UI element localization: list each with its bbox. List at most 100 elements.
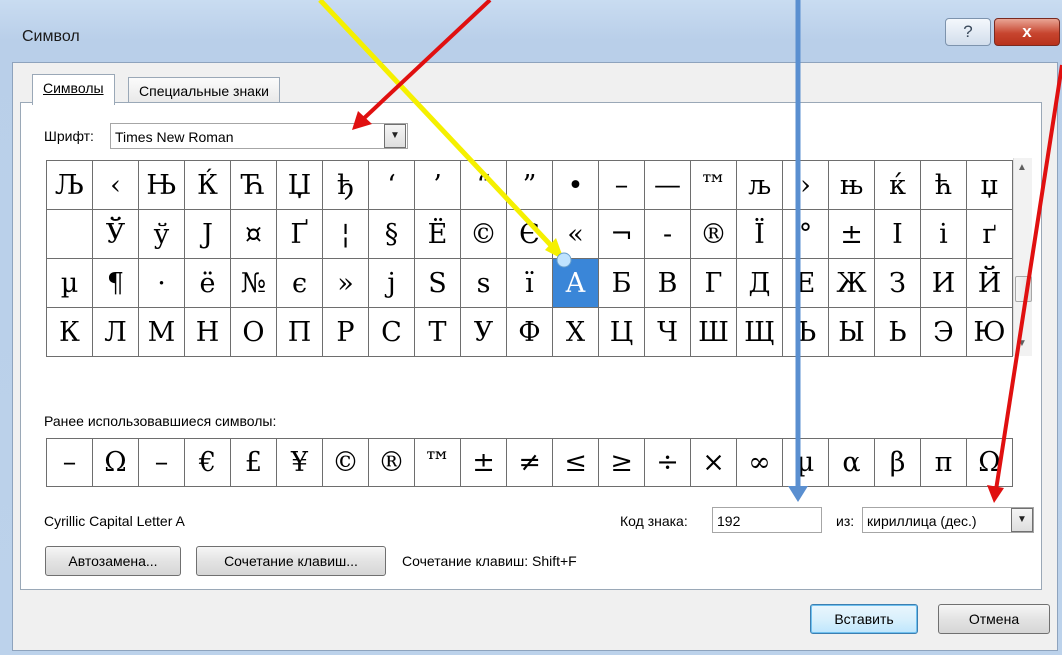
recent-symbol-cell[interactable]: – [139, 439, 185, 487]
close-button[interactable]: x [994, 18, 1060, 46]
symbol-cell[interactable]: Ь [875, 308, 921, 357]
autocorrect-button[interactable]: Автозамена... [45, 546, 181, 576]
symbol-cell[interactable]: Ґ [277, 210, 323, 259]
symbol-cell[interactable]: Р [323, 308, 369, 357]
symbol-cell[interactable]: ‹ [93, 161, 139, 210]
symbol-cell[interactable]: Ш [691, 308, 737, 357]
symbol-cell[interactable]: ѕ [461, 259, 507, 308]
symbol-cell[interactable]: ± [829, 210, 875, 259]
symbol-cell[interactable]: Ъ [783, 308, 829, 357]
symbol-cell[interactable]: – [599, 161, 645, 210]
recent-symbol-cell[interactable]: α [829, 439, 875, 487]
scroll-thumb[interactable] [1015, 276, 1032, 302]
symbol-cell[interactable]: К [47, 308, 93, 357]
symbol-cell[interactable]: Э [921, 308, 967, 357]
symbol-cell[interactable]: Ж [829, 259, 875, 308]
symbol-cell[interactable]: љ [737, 161, 783, 210]
symbol-cell[interactable]: ¤ [231, 210, 277, 259]
scroll-down-icon[interactable]: ▼ [1017, 338, 1027, 349]
recent-symbol-cell[interactable]: ÷ [645, 439, 691, 487]
recent-symbol-cell[interactable]: ≥ [599, 439, 645, 487]
symbol-cell[interactable]: С [369, 308, 415, 357]
recent-symbol-cell[interactable]: ® [369, 439, 415, 487]
symbol-cell[interactable]: И [921, 259, 967, 308]
symbol-cell[interactable]: § [369, 210, 415, 259]
symbol-cell[interactable]: Х [553, 308, 599, 357]
symbol-cell[interactable]: ђ [323, 161, 369, 210]
symbol-cell[interactable]: Ї [737, 210, 783, 259]
symbol-cell[interactable]: ї [507, 259, 553, 308]
insert-button[interactable]: Вставить [810, 604, 918, 634]
symbol-cell[interactable]: і [921, 210, 967, 259]
recent-symbol-cell[interactable]: ∞ [737, 439, 783, 487]
char-code-input[interactable]: 192 [712, 507, 822, 533]
symbol-cell[interactable]: З [875, 259, 921, 308]
symbol-cell[interactable]: Ќ [185, 161, 231, 210]
symbol-cell[interactable]: ‘ [369, 161, 415, 210]
symbol-cell[interactable]: — [645, 161, 691, 210]
recent-symbol-cell[interactable]: ¥ [277, 439, 323, 487]
scroll-up-icon[interactable]: ▲ [1017, 162, 1027, 173]
symbol-cell[interactable]: • [553, 161, 599, 210]
symbol-cell[interactable]: Т [415, 308, 461, 357]
recent-symbol-cell[interactable]: × [691, 439, 737, 487]
symbol-cell[interactable]: ґ [967, 210, 1013, 259]
symbol-cell[interactable]: є [277, 259, 323, 308]
symbol-cell[interactable]: Н [185, 308, 231, 357]
help-button[interactable]: ? [945, 18, 991, 46]
encoding-dropdown-button[interactable]: ▼ [1011, 508, 1033, 532]
recent-symbol-cell[interactable]: £ [231, 439, 277, 487]
recent-symbol-cell[interactable]: β [875, 439, 921, 487]
symbol-cell[interactable]: ¶ [93, 259, 139, 308]
recent-symbol-cell[interactable]: µ [783, 439, 829, 487]
symbol-cell[interactable]: У [461, 308, 507, 357]
recent-symbol-cell[interactable]: ≠ [507, 439, 553, 487]
symbol-cell[interactable]: О [231, 308, 277, 357]
symbol-cell[interactable]: џ [967, 161, 1013, 210]
symbol-cell[interactable]: Њ [139, 161, 185, 210]
symbol-cell[interactable]: » [323, 259, 369, 308]
font-select[interactable]: Times New Roman [110, 123, 408, 149]
symbol-cell[interactable]: Л [93, 308, 139, 357]
symbol-cell[interactable]: Е [783, 259, 829, 308]
symbol-cell[interactable]: Є [507, 210, 553, 259]
symbol-cell[interactable]: · [139, 259, 185, 308]
symbol-cell[interactable]: Й [967, 259, 1013, 308]
symbol-cell[interactable]: М [139, 308, 185, 357]
recent-symbol-cell[interactable]: ≤ [553, 439, 599, 487]
symbol-cell[interactable]: Ц [599, 308, 645, 357]
symbol-cell[interactable]: № [231, 259, 277, 308]
symbol-cell[interactable]: Ч [645, 308, 691, 357]
symbol-cell[interactable]: ё [185, 259, 231, 308]
symbol-grid-scrollbar[interactable]: ▲ ▼ [1013, 158, 1032, 356]
symbol-cell[interactable]: Џ [277, 161, 323, 210]
symbol-cell[interactable]: © [461, 210, 507, 259]
symbol-cell[interactable]: Г [691, 259, 737, 308]
symbol-cell[interactable]: Б [599, 259, 645, 308]
title-bar[interactable]: Символ ? x [0, 0, 1062, 70]
symbol-cell[interactable]: ќ [875, 161, 921, 210]
recent-symbol-cell[interactable]: π [921, 439, 967, 487]
symbol-cell[interactable]: “ [461, 161, 507, 210]
symbol-cell[interactable]: ў [139, 210, 185, 259]
symbol-cell[interactable]: › [783, 161, 829, 210]
symbol-cell[interactable]: « [553, 210, 599, 259]
symbol-cell[interactable]: Щ [737, 308, 783, 357]
symbol-cell[interactable] [47, 210, 93, 259]
symbol-cell[interactable]: ’ [415, 161, 461, 210]
symbol-cell[interactable]: ” [507, 161, 553, 210]
symbol-cell[interactable]: Д [737, 259, 783, 308]
symbol-cell[interactable]: А [553, 259, 599, 308]
symbol-cell[interactable]: ° [783, 210, 829, 259]
symbol-cell[interactable]: П [277, 308, 323, 357]
symbol-cell[interactable]: Ћ [231, 161, 277, 210]
symbol-cell[interactable]: њ [829, 161, 875, 210]
recent-symbol-cell[interactable]: € [185, 439, 231, 487]
symbol-cell[interactable]: Ѕ [415, 259, 461, 308]
symbol-cell[interactable]: В [645, 259, 691, 308]
recent-symbol-cell[interactable]: – [47, 439, 93, 487]
symbol-cell[interactable]: - [645, 210, 691, 259]
symbol-cell[interactable]: Ю [967, 308, 1013, 357]
symbol-cell[interactable]: Ў [93, 210, 139, 259]
symbol-cell[interactable]: ¬ [599, 210, 645, 259]
